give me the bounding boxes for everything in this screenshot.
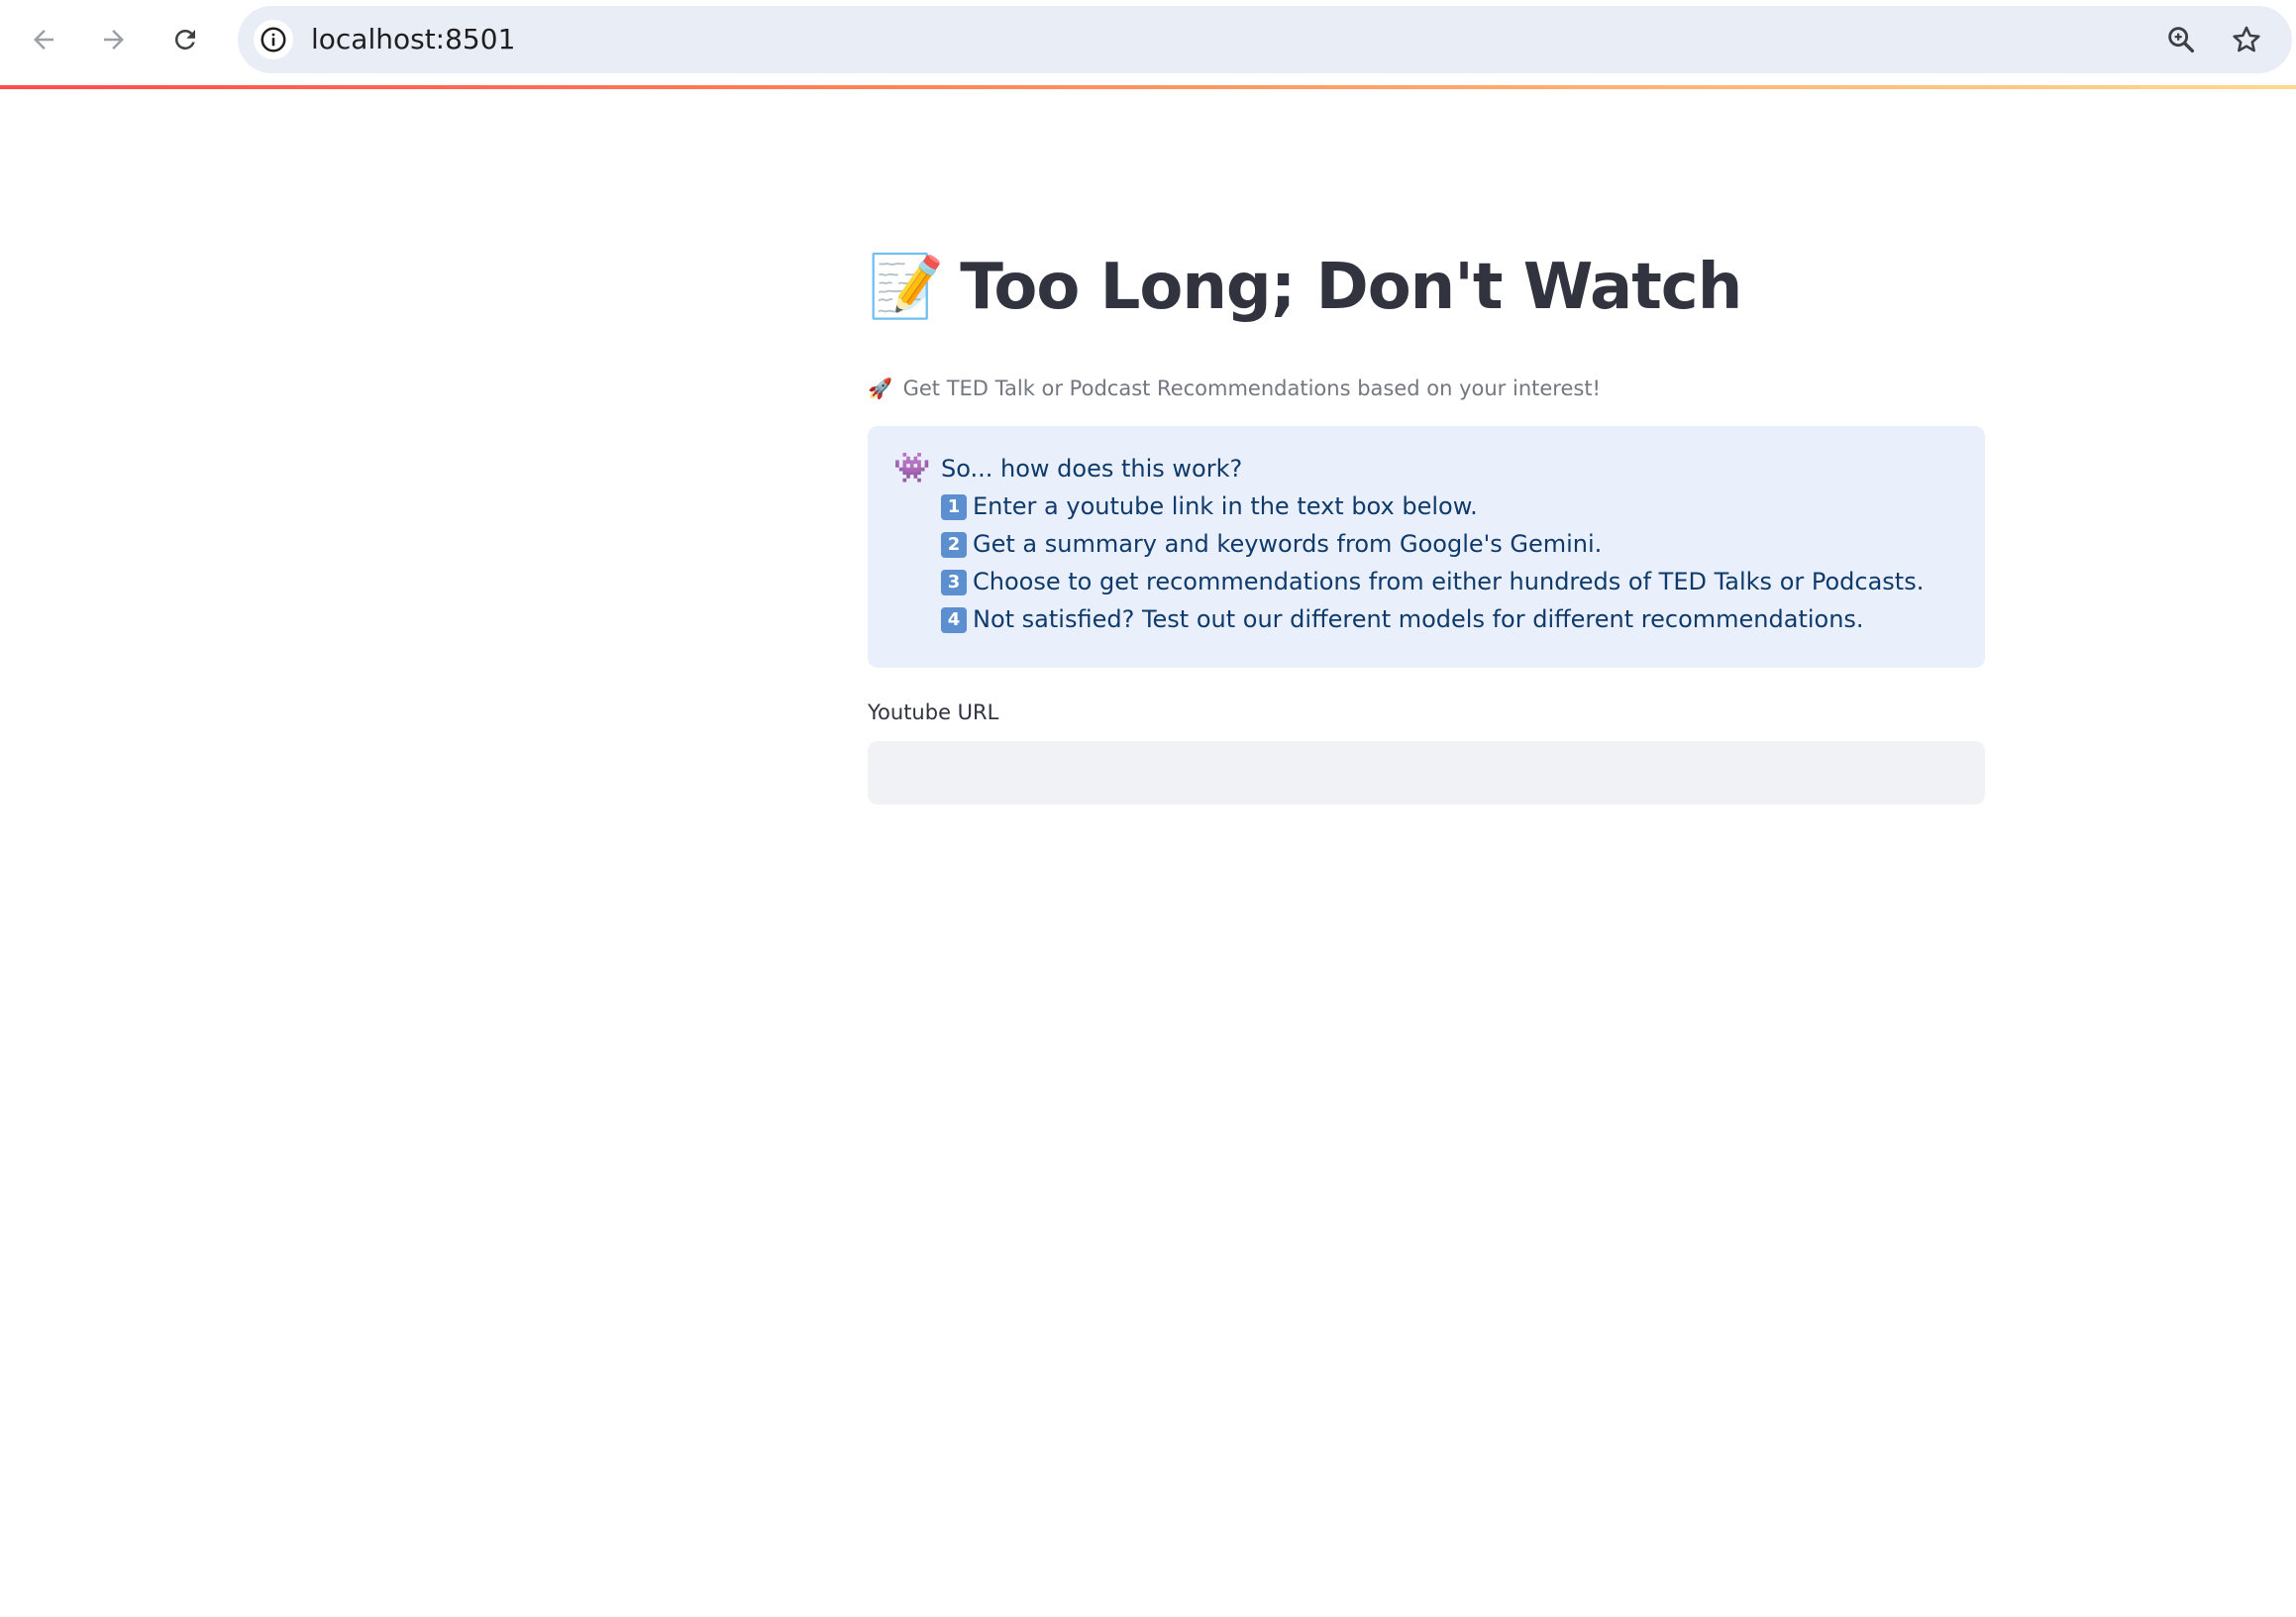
arrow-left-icon (34, 30, 53, 50)
keycap-2-icon: 2 (941, 532, 967, 558)
subtitle: 🚀 Get TED Talk or Podcast Recommendation… (868, 373, 1985, 404)
main-content: 📝 Too Long; Don't Watch 🚀 Get TED Talk o… (868, 238, 1985, 805)
youtube-url-label: Youtube URL (868, 701, 999, 724)
info-icon (261, 27, 286, 53)
step-item: 3 Choose to get recommendations from eith… (941, 563, 1924, 600)
arrow-right-icon (104, 30, 124, 50)
youtube-url-input[interactable] (868, 741, 1985, 805)
bookmark-button[interactable] (2227, 20, 2266, 59)
page-title: 📝 Too Long; Don't Watch (868, 238, 1985, 337)
step-text: Get a summary and keywords from Google's… (973, 530, 1603, 558)
address-bar[interactable]: localhost:8501 (238, 6, 2292, 73)
step-item: 2 Get a summary and keywords from Google'… (941, 525, 1924, 563)
reload-button[interactable] (161, 16, 209, 63)
magnifier-icon (2168, 27, 2195, 54)
forward-button[interactable] (90, 16, 138, 63)
keycap-1-icon: 1 (941, 494, 967, 520)
site-info-button[interactable] (254, 20, 293, 59)
star-icon (2233, 26, 2260, 53)
url-text[interactable]: localhost:8501 (311, 22, 515, 57)
keycap-3-icon: 3 (941, 570, 967, 595)
info-alert: 👾 So... how does this work? 1 Enter a you… (868, 426, 1985, 668)
memo-icon: 📝 (868, 253, 945, 321)
app-header-decoration (0, 85, 2296, 89)
info-alert-content: So... how does this work? 1 Enter a youtu… (941, 450, 1924, 644)
alien-monster-icon: 👾 (893, 452, 931, 485)
browser-toolbar: localhost:8501 (0, 0, 2296, 85)
step-text: Not satisfied? Test out our different mo… (973, 605, 1864, 633)
rocket-icon: 🚀 (868, 377, 892, 400)
step-item: 4 Not satisfied? Test out our different m… (941, 600, 1924, 638)
step-text: Choose to get recommendations from eithe… (973, 568, 1925, 595)
step-text: Enter a youtube link in the text box bel… (973, 492, 1478, 520)
page-title-text: Too Long; Don't Watch (960, 251, 1742, 324)
reload-icon (174, 29, 195, 50)
zoom-button[interactable] (2161, 20, 2201, 59)
subtitle-text: Get TED Talk or Podcast Recommendations … (902, 377, 1601, 400)
info-heading: So... how does this work? (941, 455, 1243, 483)
keycap-4-icon: 4 (941, 607, 967, 633)
step-item: 1 Enter a youtube link in the text box be… (941, 487, 1924, 525)
back-button[interactable] (20, 16, 67, 63)
